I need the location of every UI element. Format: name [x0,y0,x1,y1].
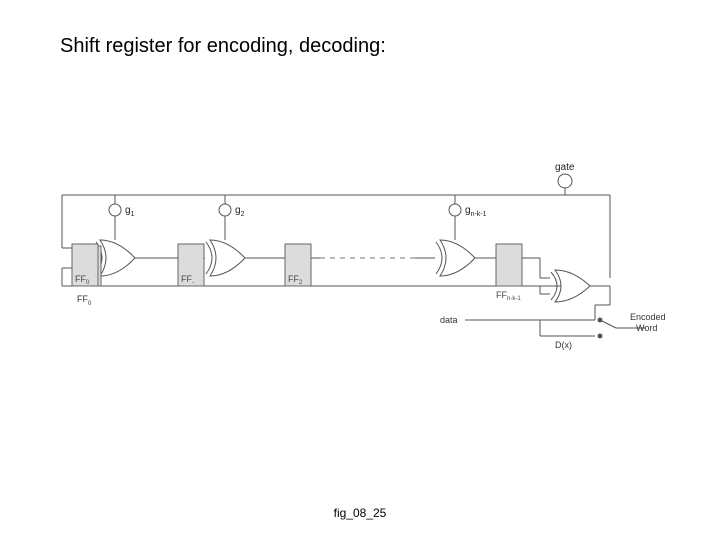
xor-gate-icon [96,240,135,276]
data-label: data [440,315,458,325]
g1-label: g1 [125,205,135,218]
gate-label: gate [555,162,575,173]
output-label-2: Word [636,323,657,333]
xor-gate-icon [551,270,590,302]
flipflop-nk1 [496,244,522,286]
output-label-1: Encoded [630,312,666,322]
xor-gate-icon [206,240,245,276]
gate-node-icon [558,174,572,188]
g2-label: g2 [235,205,245,218]
ff0-label: FF0 [77,294,92,307]
coeff-gnk1-icon [449,204,461,216]
coeff-g2-icon [219,204,231,216]
gnk1-label: gn-k-1 [465,205,487,218]
figure-id: fig_08_25 [0,506,720,520]
circuit-diagram: gate g1 FF0 g2 gn-k-1 [0,0,720,540]
dx-label: D(x) [555,340,572,350]
xor-gate-icon [436,240,475,276]
switch-terminal-icon [598,334,603,339]
coeff-g1-icon [109,204,121,216]
ffnk1-label: FFn-k-1 [496,290,521,302]
